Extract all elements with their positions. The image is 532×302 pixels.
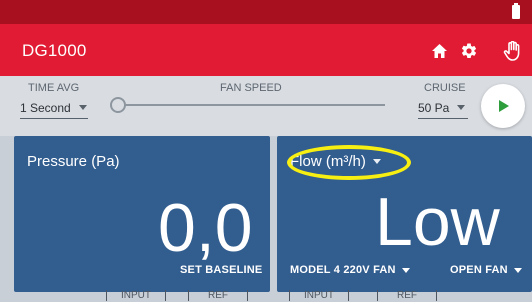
- app-title: DG1000: [22, 41, 87, 60]
- home-icon[interactable]: [427, 39, 451, 63]
- time-avg-select[interactable]: 1 Second: [20, 97, 88, 119]
- left-ref-tab[interactable]: REF: [188, 290, 248, 301]
- fan-config-select[interactable]: OPEN FAN: [450, 264, 522, 276]
- highlight-ellipse: [287, 145, 411, 180]
- flow-unit-select[interactable]: Flow (m³/h): [287, 145, 411, 180]
- flow-card: Flow (m³/h) Low MODEL 4 220V FAN OPEN FA…: [277, 136, 532, 292]
- play-button[interactable]: [481, 84, 525, 128]
- app-bar: DG1000: [0, 24, 532, 76]
- cruise-label: CRUISE: [424, 82, 466, 94]
- battery-icon: [512, 3, 520, 19]
- pressure-card: Pressure (Pa) 0,0 SET BASELINE: [14, 136, 270, 292]
- hand-icon[interactable]: [500, 39, 524, 63]
- fan-config-value: OPEN FAN: [450, 264, 508, 276]
- fan-speed-label: FAN SPEED: [220, 82, 282, 94]
- fan-speed-slider-thumb[interactable]: [110, 97, 126, 113]
- flow-value: Low: [375, 184, 500, 260]
- cruise-select[interactable]: 50 Pa: [418, 97, 468, 119]
- fan-model-select[interactable]: MODEL 4 220V FAN: [290, 264, 410, 276]
- cruise-value: 50 Pa: [418, 100, 450, 115]
- pressure-value: 0,0: [158, 190, 253, 266]
- time-avg-label: TIME AVG: [28, 82, 80, 94]
- chevron-down-icon: [401, 267, 410, 273]
- gear-icon[interactable]: [457, 39, 481, 63]
- fan-speed-slider[interactable]: [125, 104, 385, 106]
- left-input-tab[interactable]: INPUT: [106, 290, 166, 301]
- right-ref-tab[interactable]: REF: [377, 290, 437, 301]
- chevron-down-icon: [78, 105, 87, 110]
- fan-model-value: MODEL 4 220V FAN: [290, 264, 396, 276]
- right-input-tab[interactable]: INPUT: [289, 290, 349, 301]
- control-strip: TIME AVG 1 Second FAN SPEED CRUISE 50 Pa: [0, 76, 532, 136]
- chevron-down-icon: [513, 267, 522, 273]
- status-bar: [0, 0, 532, 24]
- pressure-card-title: Pressure (Pa): [27, 153, 120, 170]
- chevron-down-icon: [457, 105, 466, 110]
- time-avg-value: 1 Second: [20, 100, 71, 115]
- play-icon: [499, 100, 509, 112]
- set-baseline-button[interactable]: SET BASELINE: [180, 264, 262, 276]
